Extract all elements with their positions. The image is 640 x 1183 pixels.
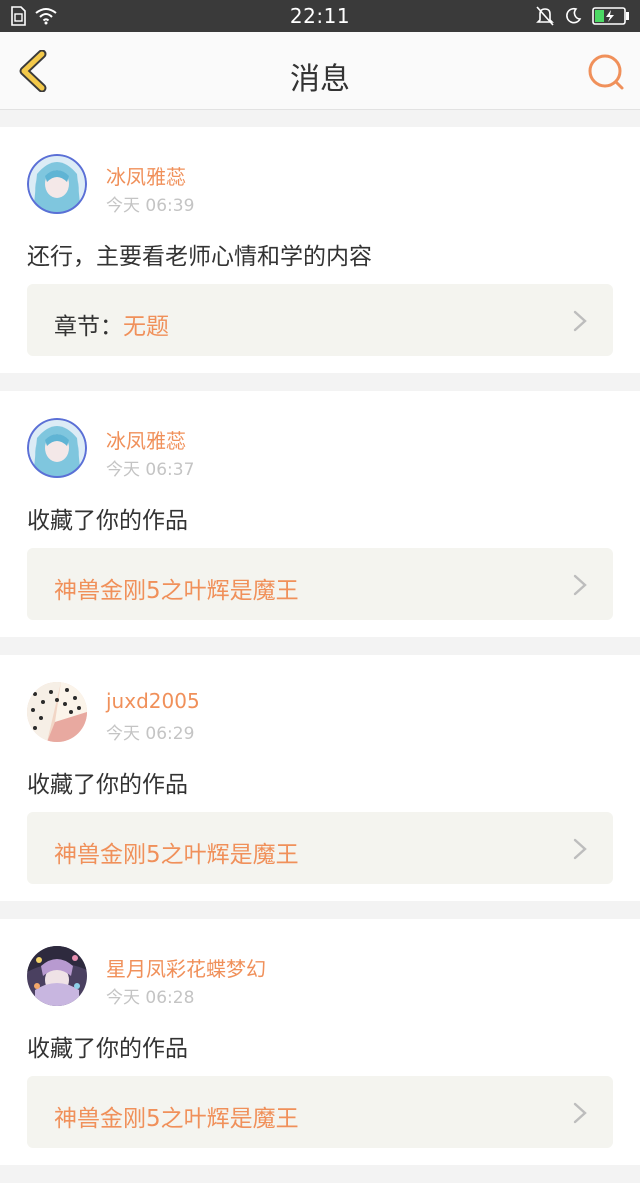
username[interactable]: 冰凤雅蕊 <box>106 425 186 454</box>
message-list: 冰凤雅蕊 今天 06:39 还行，主要看老师心情和学的内容 章节：无题 冰凤雅蕊… <box>0 127 640 1183</box>
avatar-fantasy-image <box>27 946 87 1006</box>
username[interactable]: juxd2005 <box>106 689 200 713</box>
link-title: 神兽金刚5之叶辉是魔王 <box>54 578 299 604</box>
avatar-anime-girl-image <box>27 154 87 214</box>
message-content: 还行，主要看老师心情和学的内容 <box>27 244 372 270</box>
avatar-polka-dot-image <box>27 682 87 742</box>
avatar[interactable] <box>27 154 87 214</box>
search-button[interactable] <box>586 52 626 92</box>
message-time: 今天 06:29 <box>106 724 195 744</box>
chevron-right-icon <box>573 574 587 596</box>
message-card: 冰凤雅蕊 今天 06:39 还行，主要看老师心情和学的内容 章节：无题 <box>0 127 640 373</box>
message-content: 收藏了你的作品 <box>27 508 188 534</box>
link-title: 神兽金刚5之叶辉是魔王 <box>54 842 299 868</box>
moon-icon <box>566 7 582 24</box>
work-link[interactable]: 神兽金刚5之叶辉是魔王 <box>27 1076 613 1148</box>
mute-bell-icon <box>536 6 554 26</box>
link-text: 神兽金刚5之叶辉是魔王 <box>54 571 299 605</box>
avatar[interactable] <box>27 946 87 1006</box>
message-content: 收藏了你的作品 <box>27 1036 188 1062</box>
message-content: 收藏了你的作品 <box>27 772 188 798</box>
username[interactable]: 冰凤雅蕊 <box>106 161 186 190</box>
chapter-link[interactable]: 章节：无题 <box>27 284 613 356</box>
work-link[interactable]: 神兽金刚5之叶辉是魔王 <box>27 812 613 884</box>
battery-icon <box>592 7 629 25</box>
search-icon <box>588 54 624 90</box>
username[interactable]: 星月凤彩花蝶梦幻 <box>106 953 266 982</box>
chevron-right-icon <box>573 1102 587 1124</box>
avatar-anime-girl-image <box>27 418 87 478</box>
message-card: 星月凤彩花蝶梦幻 今天 06:28 收藏了你的作品 神兽金刚5之叶辉是魔王 <box>0 919 640 1165</box>
link-text: 神兽金刚5之叶辉是魔王 <box>54 835 299 869</box>
page-title: 消息 <box>290 62 350 97</box>
message-time: 今天 06:39 <box>106 196 195 216</box>
status-bar: 22:11 <box>0 0 640 32</box>
link-title: 无题 <box>123 314 169 340</box>
work-link[interactable]: 神兽金刚5之叶辉是魔王 <box>27 548 613 620</box>
link-text: 神兽金刚5之叶辉是魔王 <box>54 1099 299 1133</box>
chevron-right-icon <box>573 310 587 332</box>
avatar[interactable] <box>27 682 87 742</box>
status-right-icons <box>536 6 630 26</box>
nav-bar: 消息 <box>0 32 640 110</box>
link-text: 章节：无题 <box>54 307 169 341</box>
message-card: 冰凤雅蕊 今天 06:37 收藏了你的作品 神兽金刚5之叶辉是魔王 <box>0 391 640 637</box>
message-time: 今天 06:28 <box>106 988 195 1008</box>
chevron-right-icon <box>573 838 587 860</box>
avatar[interactable] <box>27 418 87 478</box>
link-prefix: 章节： <box>54 314 123 340</box>
message-card: juxd2005 今天 06:29 收藏了你的作品 神兽金刚5之叶辉是魔王 <box>0 655 640 901</box>
message-time: 今天 06:37 <box>106 460 195 480</box>
link-title: 神兽金刚5之叶辉是魔王 <box>54 1106 299 1132</box>
